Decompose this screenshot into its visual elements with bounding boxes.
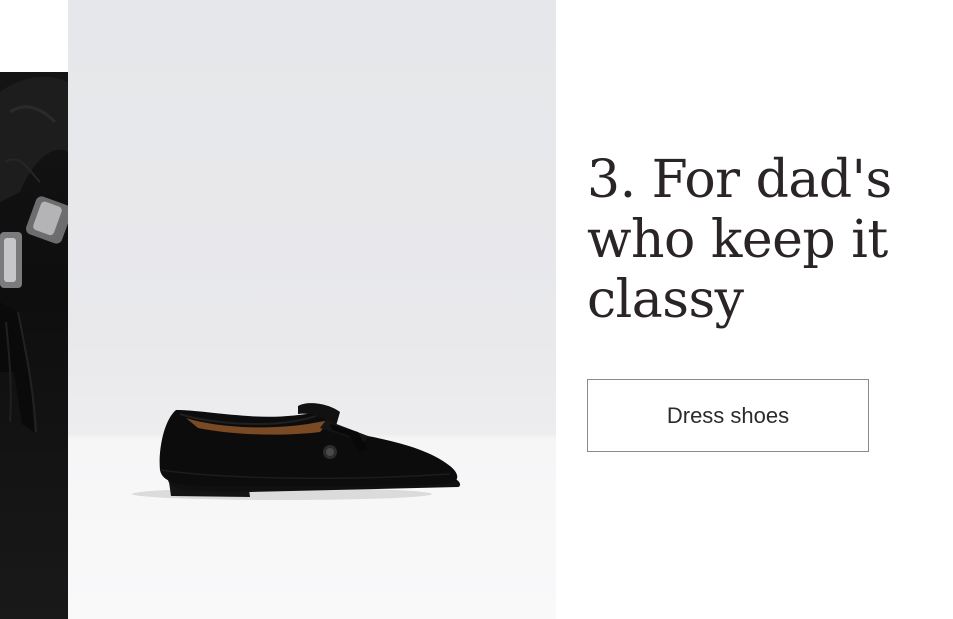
product-photo-panel — [68, 0, 556, 619]
loafer-shoe-image — [132, 403, 461, 500]
tassel-closeup-illustration — [0, 76, 68, 433]
tassel-closeup-image — [0, 72, 68, 619]
promo-section: 3. For dad's who keep it classy — [587, 150, 927, 330]
promo-heading: 3. For dad's who keep it classy — [587, 150, 892, 330]
dress-shoes-button[interactable]: Dress shoes — [587, 379, 869, 452]
